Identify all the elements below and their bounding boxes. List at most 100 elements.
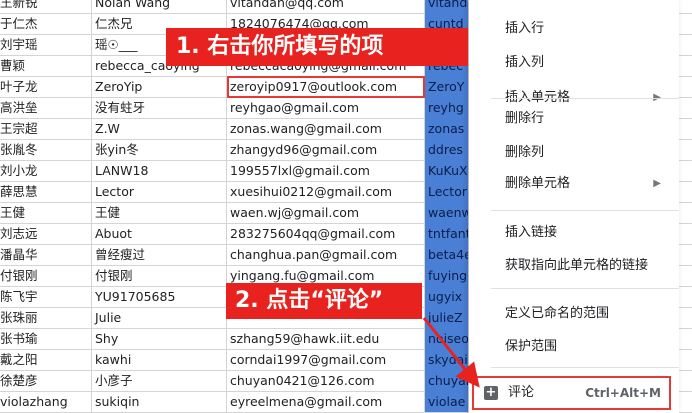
cell-email[interactable]: 283275604qq@gmail.com xyxy=(227,223,425,245)
cell-nickname[interactable]: 小彦子 xyxy=(92,370,227,392)
edge-gridline xyxy=(679,328,692,329)
cell-nickname[interactable]: Abuot xyxy=(92,223,227,245)
edge-gridline xyxy=(679,34,692,35)
edge-gridline xyxy=(679,76,692,77)
cell-name[interactable]: 于仁杰 xyxy=(0,13,92,35)
cell-nickname[interactable]: kawhi xyxy=(92,349,227,371)
cell-nickname[interactable]: YU91705685 xyxy=(92,286,227,308)
cell-email[interactable]: chuyan0421@126.com xyxy=(227,370,425,392)
menu-comment[interactable]: + 评论 Ctrl+Alt+M xyxy=(472,376,671,410)
edge-gridline xyxy=(679,13,692,14)
cell-name[interactable]: 陈飞宇 xyxy=(0,286,92,308)
cell-nickname[interactable]: 曾经瘦过 xyxy=(92,244,227,266)
cell-username[interactable]: KuKuX xyxy=(425,160,469,182)
edge-gridline xyxy=(679,223,692,224)
cell-username[interactable]: noiseo xyxy=(425,328,469,350)
edge-gridline xyxy=(679,55,692,56)
cell-nickname[interactable]: 没有蛀牙 xyxy=(92,97,227,119)
cell-email[interactable]: zonas.wang@gmail.com xyxy=(227,118,425,140)
cell-email[interactable]: reyhgao@gmail.com xyxy=(227,97,425,119)
cell-name[interactable]: 张胤冬 xyxy=(0,139,92,161)
cell-username[interactable]: beta4e xyxy=(425,244,469,266)
cell-name[interactable]: 徐楚彦 xyxy=(0,370,92,392)
cell-nickname[interactable]: Nolan Wang xyxy=(92,0,227,14)
menu-delete-cell[interactable]: 删除单元格 ▶ xyxy=(469,169,679,199)
cell-email[interactable]: vitandan@qq.com xyxy=(227,0,425,14)
menu-get-cell-link[interactable]: 获取指向此单元格的链接 xyxy=(469,251,679,281)
annotation-step2: 2. 点击“评论” xyxy=(226,283,422,319)
menu-delete-row[interactable]: 删除行 xyxy=(469,104,679,134)
cell-nickname[interactable]: 王健 xyxy=(92,202,227,224)
menu-separator xyxy=(491,210,679,211)
cell-nickname[interactable]: Z.W xyxy=(92,118,227,140)
menu-comment-label: 评论 xyxy=(508,385,535,400)
cell-email[interactable]: corndai1997@gmail.com xyxy=(227,349,425,371)
edge-gridline xyxy=(679,349,692,350)
context-menu: 插入行 插入列 插入单元格▶ 删除行 删除列 删除单元格▶ 插入链接 获取指向此… xyxy=(469,0,679,413)
annotation-step1: 1. 右击你所填写的项 xyxy=(166,28,468,66)
cell-email[interactable]: waen.wj@gmail.com xyxy=(227,202,425,224)
cell-name[interactable]: 薛思慧 xyxy=(0,181,92,203)
cell-username[interactable]: fuying xyxy=(425,265,469,287)
menu-insert-column[interactable]: 插入列 xyxy=(469,48,679,78)
cell-username[interactable]: chuyan xyxy=(425,370,469,392)
cell-name[interactable]: 刘志远 xyxy=(0,223,92,245)
edge-gridline xyxy=(679,307,692,308)
cell-nickname[interactable]: sukiqin xyxy=(92,391,227,413)
menu-insert-link[interactable]: 插入链接 xyxy=(469,218,679,248)
sheet-edge-column xyxy=(679,0,692,413)
cell-username[interactable]: violae xyxy=(425,391,469,413)
edge-gridline xyxy=(679,202,692,203)
cell-username[interactable]: tntfant xyxy=(425,223,469,245)
cell-nickname[interactable]: ZeroYip xyxy=(92,76,227,98)
cell-nickname[interactable]: Julie xyxy=(92,307,227,329)
menu-insert-row[interactable]: 插入行 xyxy=(469,14,679,44)
cell-name[interactable]: 王宗超 xyxy=(0,118,92,140)
cell-name[interactable]: 张书瑜 xyxy=(0,328,92,350)
cell-email[interactable]: changhua.pan@gmail.com xyxy=(227,244,425,266)
cell-name[interactable]: 付银刚 xyxy=(0,265,92,287)
cell-username[interactable]: ddres xyxy=(425,139,469,161)
menu-protect-range[interactable]: 保护范围 xyxy=(469,332,679,362)
cell-name[interactable]: 刘宇瑶 xyxy=(0,34,92,56)
plus-box-icon: + xyxy=(484,385,498,400)
cell-name[interactable]: 刘小龙 xyxy=(0,160,92,182)
cell-nickname[interactable]: LANW18 xyxy=(92,160,227,182)
cell-nickname[interactable]: 张yin冬 xyxy=(92,139,227,161)
cell-username[interactable]: skydai xyxy=(425,349,469,371)
selected-cell[interactable]: zeroyip0917@outlook.com xyxy=(227,76,425,98)
cell-email[interactable]: eyreelmena@gmail.com xyxy=(227,391,425,413)
cell-username[interactable]: ZeroY xyxy=(425,76,469,98)
cell-username[interactable]: vitand xyxy=(425,0,469,14)
submenu-arrow-icon: ▶ xyxy=(653,178,661,189)
cell-email[interactable]: xuesihui0212@gmail.com xyxy=(227,181,425,203)
cell-email[interactable]: szhang59@hawk.iit.edu xyxy=(227,328,425,350)
edge-gridline xyxy=(679,265,692,266)
edge-gridline xyxy=(679,160,692,161)
cell-username[interactable]: waenw xyxy=(425,202,469,224)
edge-gridline xyxy=(679,391,692,392)
cell-email[interactable]: zhangyd96@gmail.com xyxy=(227,139,425,161)
cell-name[interactable]: 叶子龙 xyxy=(0,76,92,98)
cell-name[interactable]: 曹颖 xyxy=(0,55,92,77)
menu-separator xyxy=(491,288,679,289)
menu-define-named-range[interactable]: 定义已命名的范围 xyxy=(469,299,679,329)
cell-username[interactable]: Lector xyxy=(425,181,469,203)
cell-nickname[interactable]: 付银刚 xyxy=(92,265,227,287)
cell-nickname[interactable]: Shy xyxy=(92,328,227,350)
cell-username[interactable]: julieZ xyxy=(425,307,469,329)
menu-delete-column[interactable]: 删除列 xyxy=(469,138,679,168)
cell-name[interactable]: 高洪垒 xyxy=(0,97,92,119)
cell-username[interactable]: ugyix xyxy=(425,286,469,308)
cell-name[interactable]: violazhang xyxy=(0,391,92,413)
menu-separator xyxy=(491,367,679,368)
cell-name[interactable]: 张珠丽 xyxy=(0,307,92,329)
cell-name[interactable]: 戴之阳 xyxy=(0,349,92,371)
cell-username[interactable]: zonas xyxy=(425,118,469,140)
cell-name[interactable]: 王健 xyxy=(0,202,92,224)
cell-username[interactable]: reyhg xyxy=(425,97,469,119)
cell-name[interactable]: 潘晶华 xyxy=(0,244,92,266)
cell-email[interactable]: 199557lxl@gmail.com xyxy=(227,160,425,182)
cell-nickname[interactable]: Lector xyxy=(92,181,227,203)
cell-name[interactable]: 王新锐 xyxy=(0,0,92,14)
